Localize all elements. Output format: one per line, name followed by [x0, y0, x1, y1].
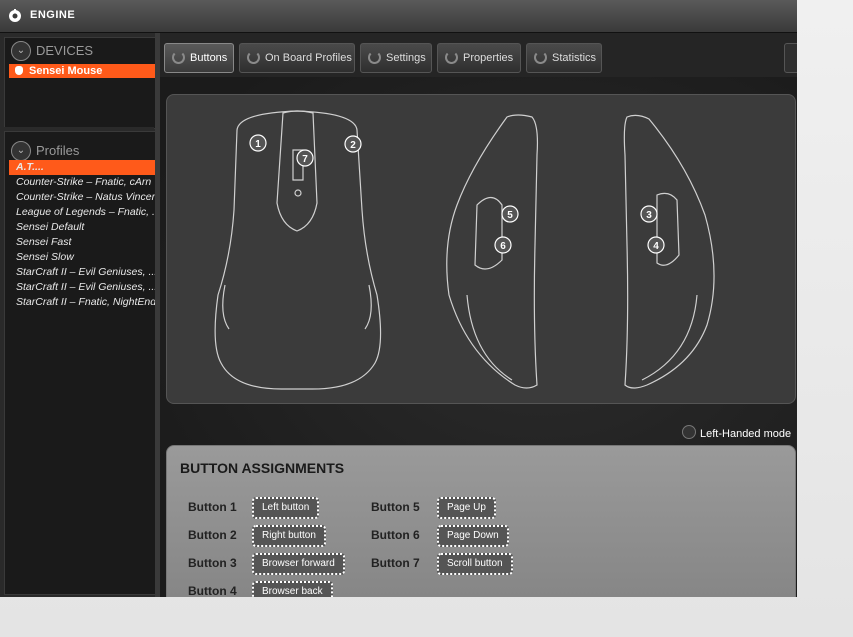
profile-item[interactable]: League of Legends – Fnatic, ... — [9, 205, 157, 220]
app-title: ENGINE — [30, 9, 76, 21]
profile-item[interactable]: StarCraft II – Evil Geniuses, ... — [9, 280, 157, 295]
profile-item[interactable]: Sensei Default — [9, 220, 157, 235]
main-area: Buttons On Board Profiles Settings Prope… — [160, 33, 797, 597]
refresh-icon — [445, 51, 458, 64]
button-label: Button 1 — [188, 500, 237, 514]
devices-title: DEVICES — [36, 43, 94, 58]
chevron-down-icon[interactable]: ⌄ — [11, 41, 31, 61]
marker-7[interactable]: 7 — [296, 149, 314, 167]
devices-header[interactable]: ⌄ DEVICES — [5, 38, 157, 61]
profile-item[interactable]: StarCraft II – Evil Geniuses, ... — [9, 265, 157, 280]
left-handed-label: Left-Handed mode — [700, 428, 792, 440]
mouse-left-side-grip — [466, 294, 513, 381]
mouse-diagram: 1 2 7 5 6 3 4 — [214, 110, 715, 390]
mouse-diagram-panel: 1 2 7 5 6 3 4 — [166, 94, 796, 404]
profile-item[interactable]: Counter-Strike – Natus Vincere — [9, 190, 157, 205]
assignment-value[interactable]: Scroll button — [437, 553, 513, 575]
profile-item[interactable]: Counter-Strike – Fnatic, cArn — [9, 175, 157, 190]
svg-text:3: 3 — [646, 210, 652, 221]
svg-text:4: 4 — [653, 241, 659, 252]
marker-2[interactable]: 2 — [344, 135, 362, 153]
tab-on-board-profiles[interactable]: On Board Profiles — [239, 43, 355, 73]
marker-6[interactable]: 6 — [494, 236, 512, 254]
steelseries-logo-icon — [9, 9, 21, 22]
button-label: Button 6 — [371, 528, 420, 542]
engine-window: ENGINE ⌄ DEVICES Sensei Mouse ⌄ Profiles… — [0, 0, 797, 597]
assignment-value[interactable]: Page Down — [437, 525, 509, 547]
assignment-value[interactable]: Left button — [252, 497, 320, 519]
button-label: Button 2 — [188, 528, 237, 542]
button-label: Button 5 — [371, 500, 420, 514]
assignments-title: BUTTON ASSIGNMENTS — [180, 460, 345, 476]
button-label: Button 7 — [371, 556, 420, 570]
mouse-top-right-grip — [364, 284, 372, 330]
refresh-icon — [247, 51, 260, 64]
refresh-icon — [368, 51, 381, 64]
mouse-right-side-grip — [641, 294, 698, 381]
svg-text:7: 7 — [302, 154, 308, 165]
assignment-value[interactable]: Browser back — [252, 581, 333, 597]
tab-settings[interactable]: Settings — [360, 43, 432, 73]
refresh-icon — [534, 51, 547, 64]
tab-statistics[interactable]: Statistics — [526, 43, 602, 73]
assignment-value[interactable]: Right button — [252, 525, 326, 547]
svg-text:5: 5 — [507, 210, 513, 221]
profile-item[interactable]: Sensei Slow — [9, 250, 157, 265]
button-label: Button 3 — [188, 556, 237, 570]
marker-5[interactable]: 5 — [501, 205, 519, 223]
tab-buttons[interactable]: Buttons — [164, 43, 234, 73]
button-markers: 1 2 7 5 6 3 4 — [249, 134, 665, 254]
tab-properties[interactable]: Properties — [437, 43, 521, 73]
profile-item[interactable]: StarCraft II – Fnatic, NightEnd — [9, 295, 157, 310]
mouse-left-side-outline — [446, 114, 539, 389]
mouse-top-left-grip — [222, 284, 230, 330]
marker-1[interactable]: 1 — [249, 134, 267, 152]
panel-divider[interactable] — [4, 127, 154, 130]
marker-3[interactable]: 3 — [640, 205, 658, 223]
svg-text:2: 2 — [350, 140, 356, 151]
button-assignments-panel: BUTTON ASSIGNMENTS Button 1 Left button … — [166, 445, 796, 597]
mouse-icon — [15, 66, 23, 75]
left-column: ⌄ DEVICES Sensei Mouse ⌄ Profiles A.T...… — [0, 33, 163, 597]
mouse-top-outline — [214, 110, 382, 390]
tab-bar: Buttons On Board Profiles Settings Prope… — [160, 33, 797, 77]
assignment-value[interactable]: Browser forward — [252, 553, 345, 575]
chevron-down-icon[interactable]: ⌄ — [11, 141, 31, 161]
mouse-side-button-area — [474, 196, 503, 270]
profiles-header[interactable]: ⌄ Profiles — [5, 138, 157, 161]
marker-4[interactable]: 4 — [647, 236, 665, 254]
cpi-button — [294, 189, 302, 197]
device-item-sensei-mouse[interactable]: Sensei Mouse — [9, 64, 163, 78]
button-label: Button 4 — [188, 584, 237, 597]
left-handed-toggle[interactable]: Left-Handed mode — [682, 425, 791, 440]
assignment-value[interactable]: Page Up — [437, 497, 496, 519]
profile-item-selected[interactable]: A.T.... — [9, 160, 157, 175]
mouse-scroll-channel — [276, 110, 318, 232]
profile-list: Counter-Strike – Fnatic, cArn Counter-St… — [9, 175, 157, 310]
profile-item[interactable]: Sensei Fast — [9, 235, 157, 250]
refresh-icon — [172, 51, 185, 64]
tab-overflow-button[interactable] — [784, 43, 797, 73]
title-bar: ENGINE — [0, 0, 797, 33]
mouse-side-button-area-right — [656, 192, 680, 266]
svg-text:6: 6 — [500, 241, 506, 252]
devices-panel: ⌄ DEVICES Sensei Mouse — [4, 37, 163, 129]
radio-icon[interactable] — [682, 425, 696, 439]
profiles-title: Profiles — [36, 143, 80, 158]
profiles-panel: ⌄ Profiles A.T.... Counter-Strike – Fnat… — [4, 131, 158, 595]
svg-text:1: 1 — [255, 139, 261, 150]
mouse-right-side-outline — [623, 114, 715, 389]
device-label: Sensei Mouse — [29, 65, 103, 77]
